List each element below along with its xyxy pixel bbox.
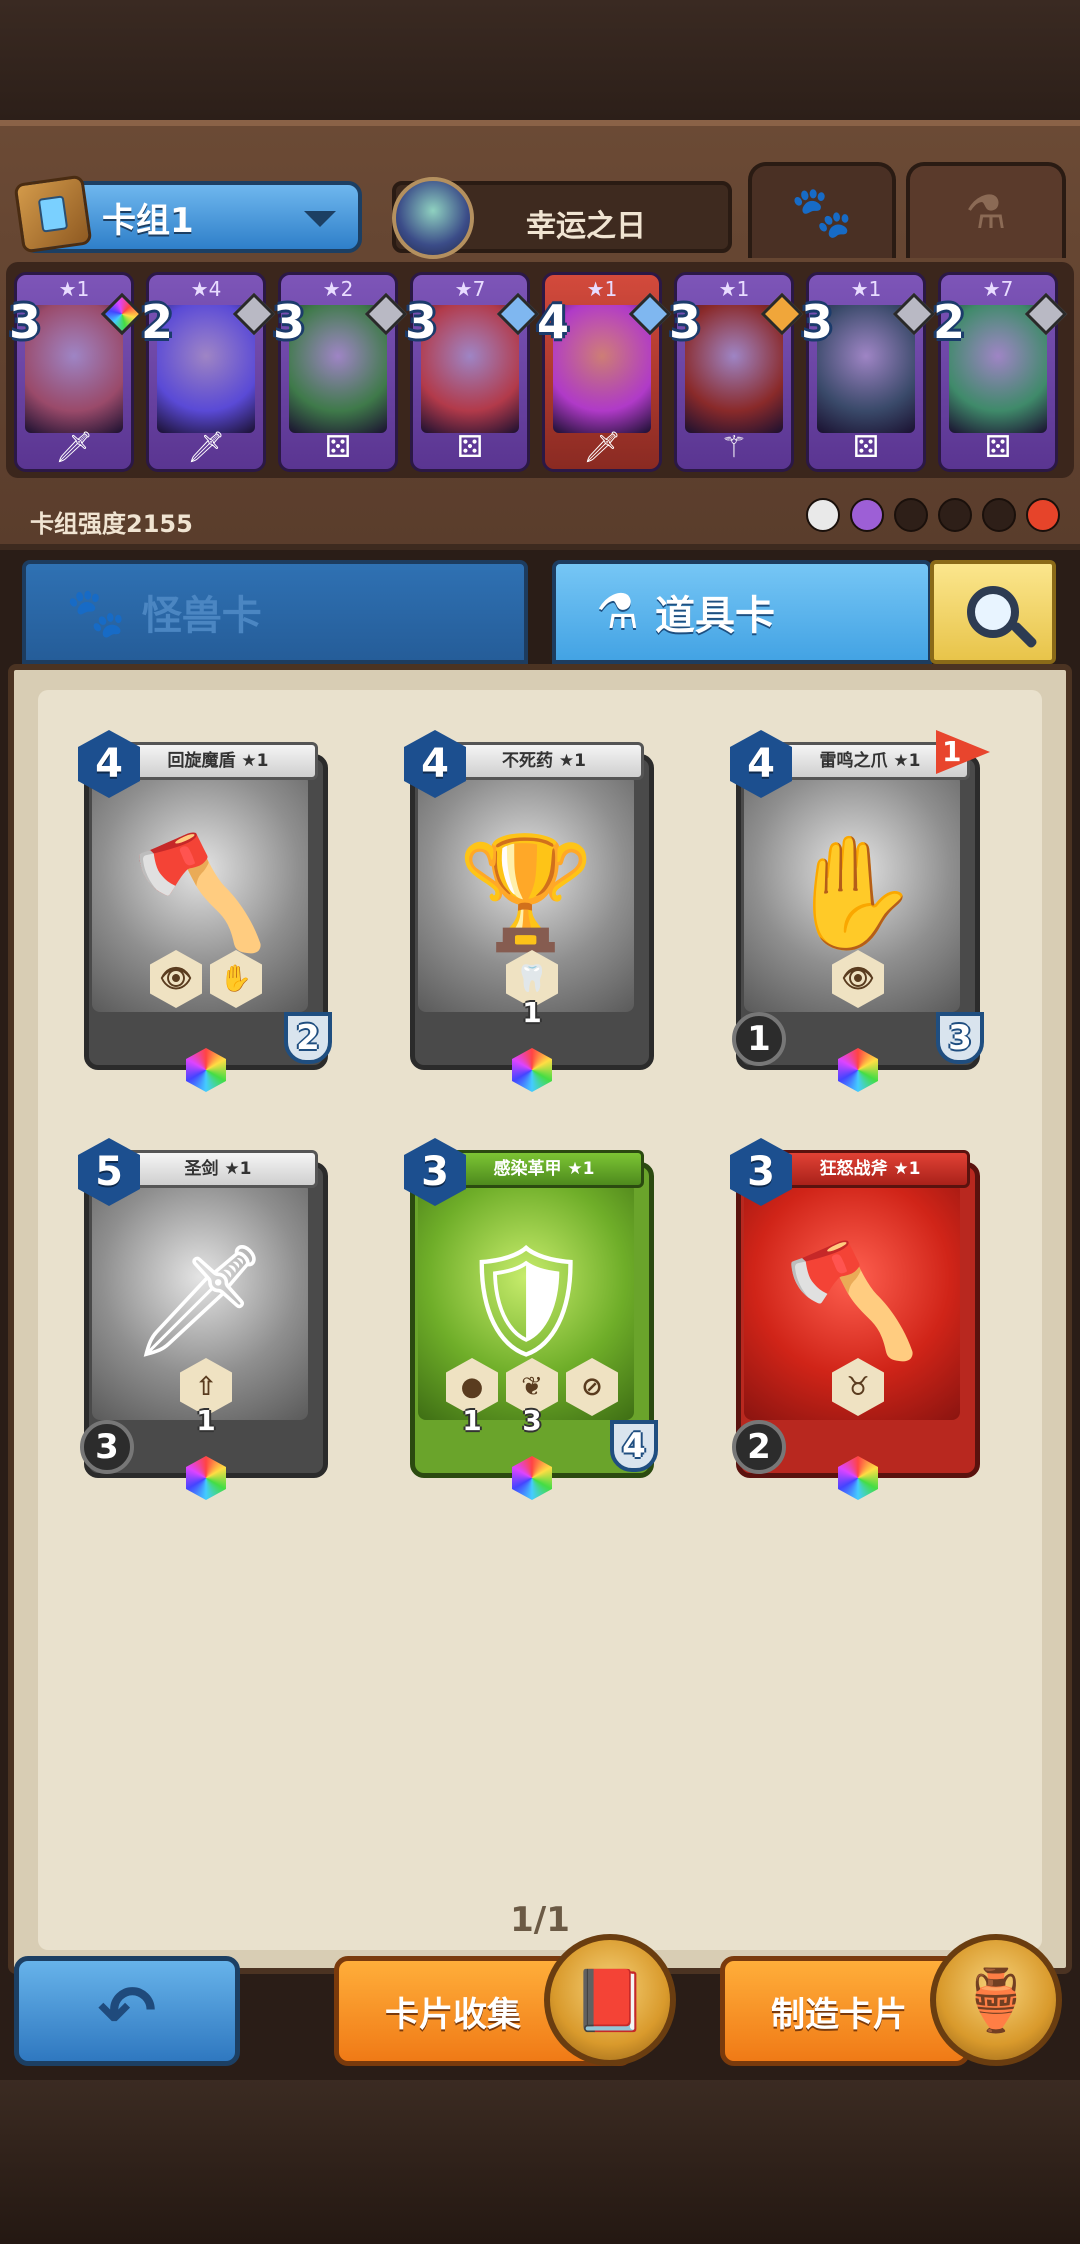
deck-badge-icon xyxy=(806,498,840,532)
potion-jar-icon[interactable]: 🏺 xyxy=(930,1934,1062,2066)
card-collection-panel: 🪓 回旋魔盾 ★1 4 👁 ✋ 2 🏆 不死药 ★1 4 🦷 1 ✋ 雷鸣之爪 ★1 4 👁 3 1 1 🗡 圣剑 ★… xyxy=(8,664,1072,1974)
sword-icon: 🗡 xyxy=(186,430,226,465)
durability-stat: 2 xyxy=(284,1012,332,1064)
deck-card-cost: 3 xyxy=(405,295,438,349)
deck-badge-icon xyxy=(850,498,884,532)
dice-icon: ⚄ xyxy=(324,430,352,465)
card-art-icon: 🪓 xyxy=(131,828,269,957)
tab-item-label: 道具卡 xyxy=(655,593,776,639)
hero-avatar xyxy=(392,177,474,259)
card-cost-value: 3 xyxy=(421,1149,449,1195)
deck-badge-icon xyxy=(894,498,928,532)
deck-power: 卡组强度2155 xyxy=(30,510,193,538)
card-cost-value: 4 xyxy=(421,741,449,787)
deck-card[interactable]: ★1 3 🗡 xyxy=(9,272,144,472)
deck-card-cost: 2 xyxy=(933,295,966,349)
item-card[interactable]: 🪓 狂怒战斧 ★1 3 ♉ 2 xyxy=(730,1138,986,1500)
search-button[interactable] xyxy=(930,560,1056,664)
deck-card-cost: 3 xyxy=(669,295,702,349)
deck-card[interactable]: ★7 2 ⚄ xyxy=(933,272,1068,472)
attack-stat: 1 xyxy=(732,1012,786,1066)
item-card[interactable]: 🪓 回旋魔盾 ★1 4 👁 ✋ 2 xyxy=(78,730,334,1092)
card-cost-value: 4 xyxy=(747,741,775,787)
staff-icon: ⚚ xyxy=(720,430,748,465)
tab-monster-filter[interactable]: 🐾 xyxy=(748,162,896,258)
ability-value: 3 xyxy=(522,1404,542,1437)
dice-icon: ⚄ xyxy=(852,430,880,465)
deck-badge-icon xyxy=(982,498,1016,532)
deck-badges xyxy=(806,498,1060,532)
card-grid: 🪓 回旋魔盾 ★1 4 👁 ✋ 2 🏆 不死药 ★1 4 🦷 1 ✋ 雷鸣之爪 ★1 4 👁 3 1 1 🗡 圣剑 ★… xyxy=(38,690,1042,1950)
flask-icon: ⚗ xyxy=(596,584,640,640)
deck-selector[interactable]: 卡组1 xyxy=(13,174,362,254)
card-art-icon: ✋ xyxy=(783,828,921,957)
card-cost-value: 3 xyxy=(747,1149,775,1195)
deck-card[interactable]: ★7 3 ⚄ xyxy=(405,272,540,472)
back-arrow-icon: ↶ xyxy=(97,1970,157,2052)
sword-icon: 🗡 xyxy=(582,430,622,465)
card-art-icon: 🏆 xyxy=(457,828,595,957)
card-name: 圣剑 ★1 xyxy=(118,1150,318,1188)
deck-badge-icon xyxy=(1026,498,1060,532)
item-card[interactable]: 🗡 圣剑 ★1 5 ⇧ 1 3 xyxy=(78,1138,334,1500)
deck-card-strip: ★1 3 🗡 ★4 2 🗡 ★2 3 ⚄ ★7 3 ⚄ ★1 4 🗡 ★1 3 ⚚ ★1 3 ⚄ ★7 2 ⚄ xyxy=(6,262,1074,478)
flask-icon: ⚗ xyxy=(965,185,1007,239)
deck-card[interactable]: ★1 3 ⚚ xyxy=(669,272,804,472)
tab-item-filter[interactable]: ⚗ xyxy=(906,162,1066,258)
deck-card-cost: 4 xyxy=(537,295,570,349)
durability-stat: 4 xyxy=(610,1420,658,1472)
card-cost-value: 5 xyxy=(95,1149,123,1195)
card-art-icon: 🗡 xyxy=(130,1236,270,1365)
ability-value: 1 xyxy=(462,1404,482,1437)
tab-monster-label: 怪兽卡 xyxy=(141,593,262,639)
card-name: 不死药 ★1 xyxy=(444,742,644,780)
deck-card[interactable]: ★2 3 ⚄ xyxy=(273,272,408,472)
deck-book-icon xyxy=(13,174,93,254)
item-card[interactable]: 🏆 不死药 ★1 4 🦷 1 xyxy=(404,730,660,1092)
page-indicator: 1/1 xyxy=(510,1900,570,1940)
deck-card-cost: 3 xyxy=(801,295,834,349)
deck-card[interactable]: ★4 2 🗡 xyxy=(141,272,276,472)
bottom-background xyxy=(0,2080,1080,2244)
dice-icon: ⚄ xyxy=(456,430,484,465)
paw-icon: 🐾 xyxy=(66,584,126,641)
tab-item-cards[interactable]: ⚗ 道具卡 xyxy=(552,560,932,664)
deck-name: 卡组1 xyxy=(102,200,194,241)
hero-selector[interactable]: 幸运之日 xyxy=(392,177,732,259)
paw-icon: 🐾 xyxy=(790,182,854,241)
durability-stat: 3 xyxy=(936,1012,984,1064)
attack-stat: 2 xyxy=(732,1420,786,1474)
item-card[interactable]: ✋ 雷鸣之爪 ★1 4 👁 3 1 1 xyxy=(730,730,990,1092)
card-name: 回旋魔盾 ★1 xyxy=(118,742,318,780)
ability-value: 1 xyxy=(196,1404,216,1437)
deck-card-cost: 3 xyxy=(273,295,306,349)
deck-badge-icon xyxy=(938,498,972,532)
card-collection-label: 卡片收集 xyxy=(385,1994,521,2035)
deck-card[interactable]: ★1 4 🗡 xyxy=(537,272,672,472)
card-art-icon: 🪓 xyxy=(783,1236,921,1365)
craft-card-label: 制造卡片 xyxy=(771,1994,907,2035)
back-button[interactable]: ↶ xyxy=(14,1956,240,2066)
card-art-icon: 🛡 xyxy=(456,1236,596,1365)
deck-card[interactable]: ★1 3 ⚄ xyxy=(801,272,936,472)
hero-name: 幸运之日 xyxy=(526,209,646,244)
deck-panel: 卡组1 幸运之日 🐾 ⚗ ★1 3 🗡 ★4 2 🗡 ★2 3 ⚄ ★7 3 ⚄ ★1 4 🗡 ★1 3 ⚚ ★1 3… xyxy=(0,120,1080,550)
deck-card-cost: 3 xyxy=(9,295,42,349)
card-name: 感染革甲 ★1 xyxy=(444,1150,644,1188)
attack-stat: 3 xyxy=(80,1420,134,1474)
ability-value: 1 xyxy=(522,996,542,1029)
tab-monster-cards[interactable]: 🐾 怪兽卡 xyxy=(22,560,528,664)
card-cost-value: 4 xyxy=(95,741,123,787)
deck-card-cost: 2 xyxy=(141,295,174,349)
card-name: 狂怒战斧 ★1 xyxy=(770,1150,970,1188)
top-background xyxy=(0,0,1080,130)
card-book-icon[interactable]: 📕 xyxy=(544,1934,676,2066)
search-icon xyxy=(967,586,1019,638)
item-card[interactable]: 🛡 感染革甲 ★1 3 ● 1 ❦ 3 ⊘ 4 xyxy=(404,1138,660,1500)
sword-icon: 🗡 xyxy=(54,430,94,465)
chevron-down-icon xyxy=(304,211,336,227)
dice-icon: ⚄ xyxy=(984,430,1012,465)
